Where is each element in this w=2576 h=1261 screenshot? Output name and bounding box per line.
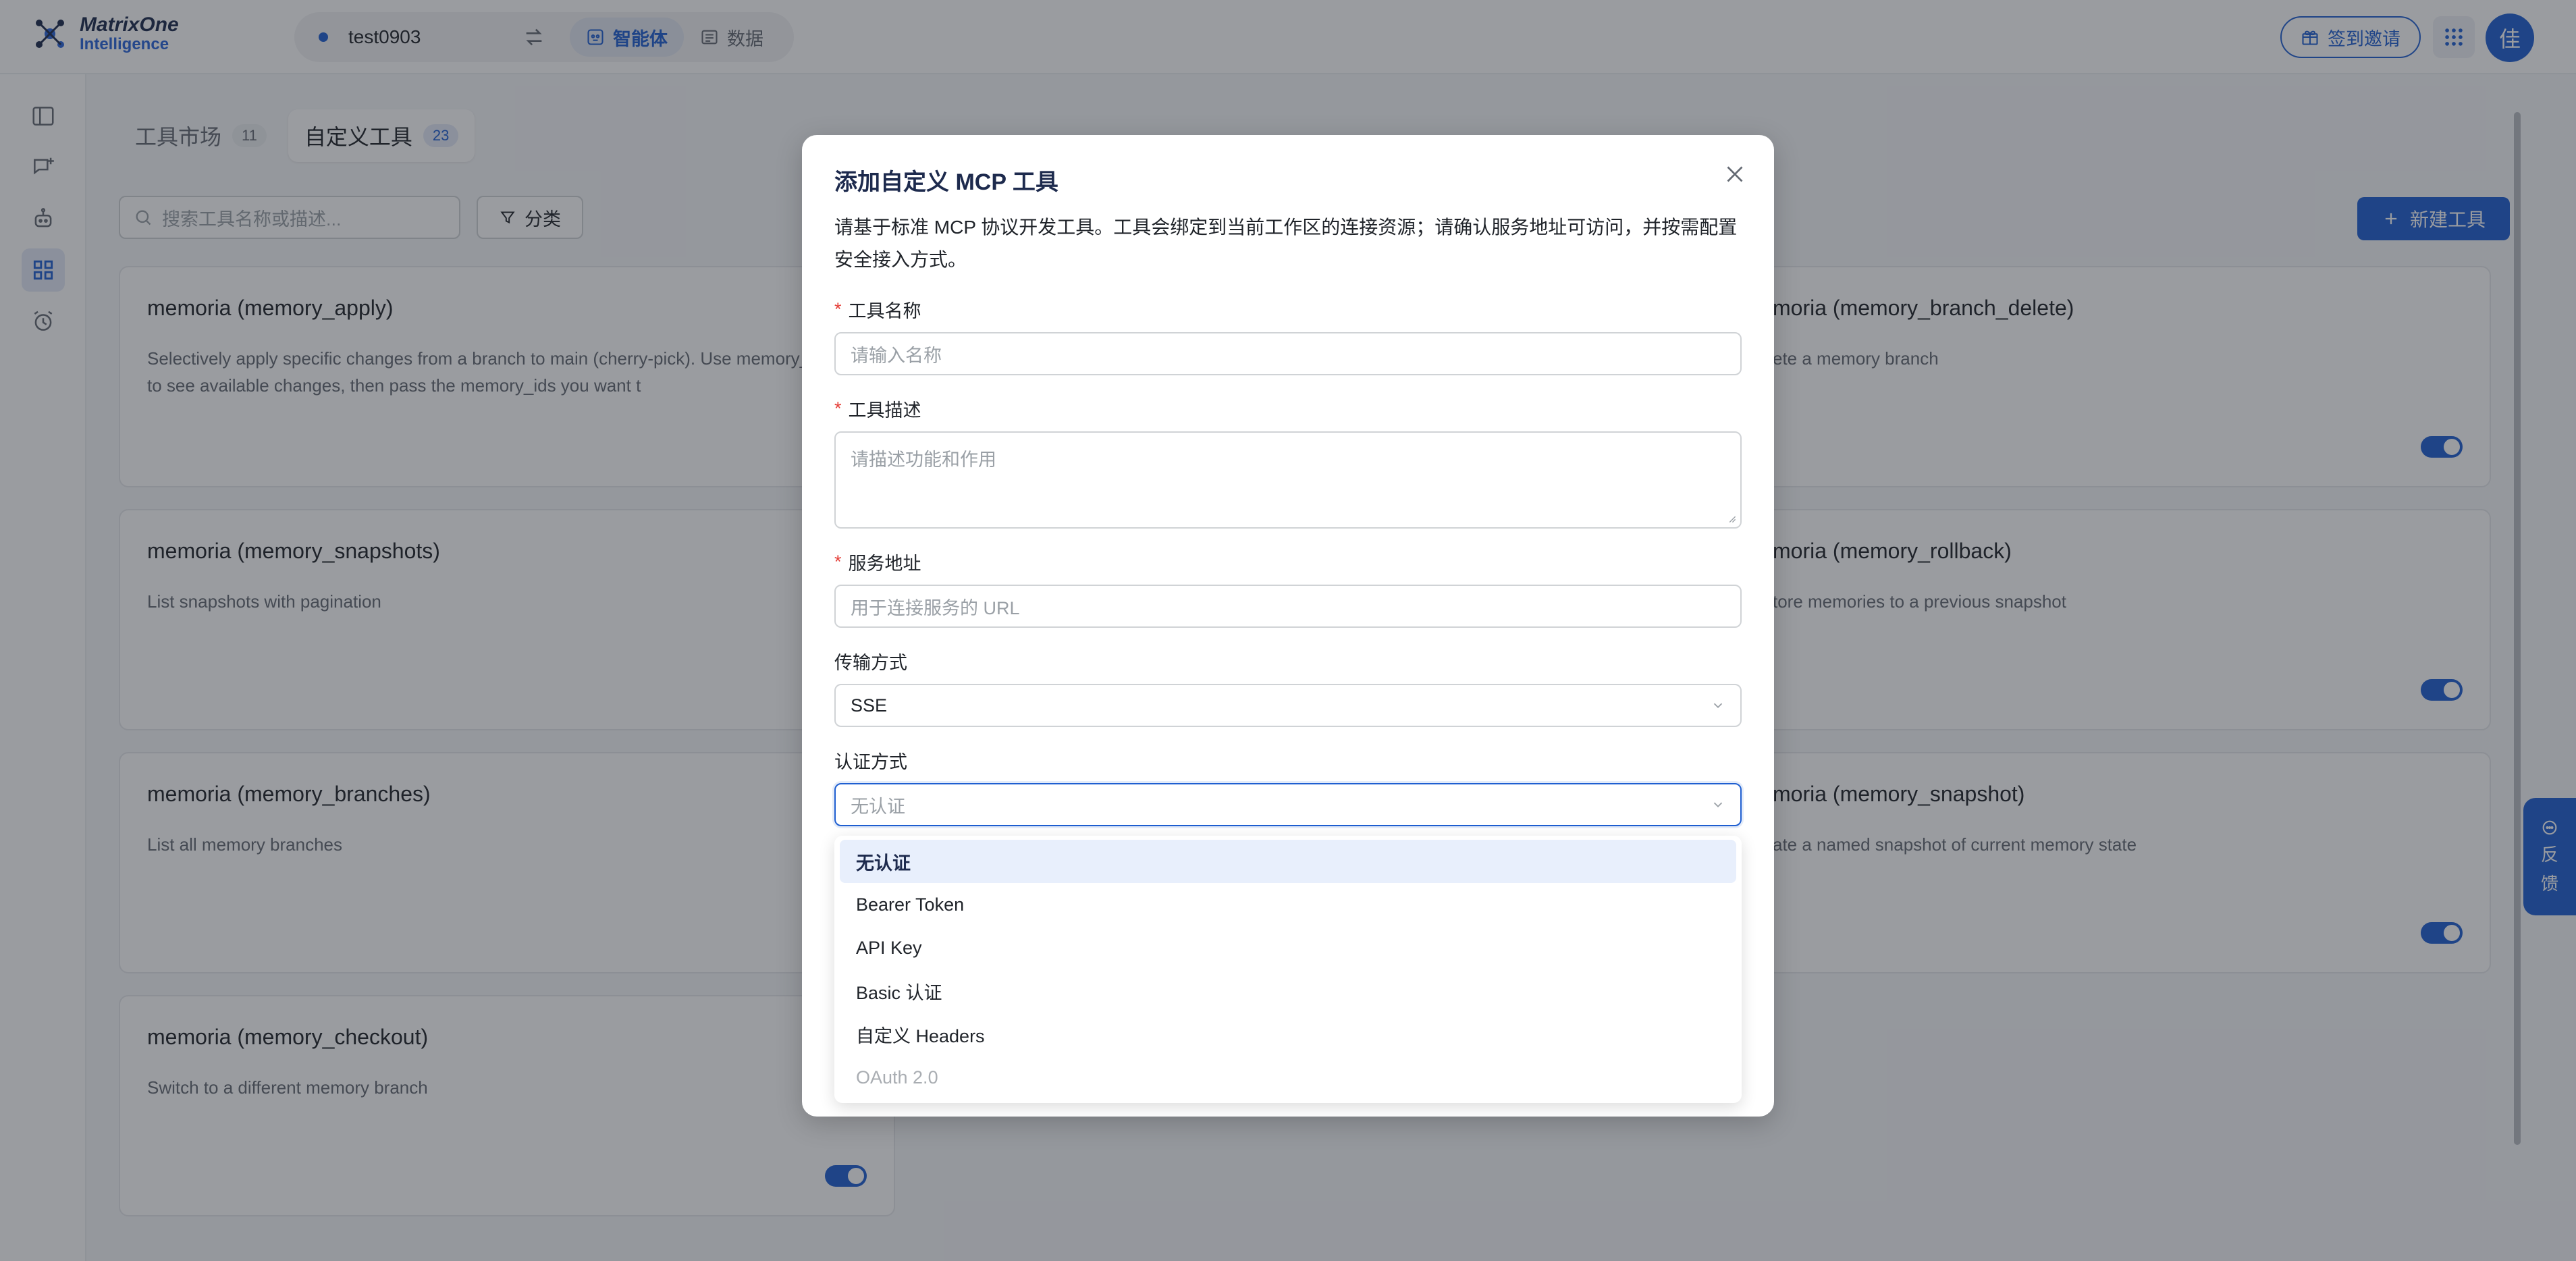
- transport-label: 传输方式: [834, 648, 1742, 674]
- tool-name-label: * 工具名称: [834, 296, 1742, 323]
- chevron-down-icon: [1713, 703, 1723, 709]
- service-url-input[interactable]: 用于连接服务的 URL: [834, 585, 1742, 628]
- transport-select[interactable]: SSE: [834, 684, 1742, 727]
- chevron-down-icon: [1713, 802, 1723, 808]
- add-mcp-tool-dialog: 添加自定义 MCP 工具 请基于标准 MCP 协议开发工具。工具会绑定到当前工作…: [802, 135, 1774, 1117]
- auth-option-oauth[interactable]: OAuth 2.0: [840, 1056, 1736, 1099]
- auth-option-api-key[interactable]: API Key: [840, 926, 1736, 969]
- resize-handle-icon[interactable]: [1727, 514, 1736, 523]
- tool-desc-textarea[interactable]: 请描述功能和作用: [834, 431, 1742, 529]
- transport-value: SSE: [851, 695, 888, 716]
- tool-name-input[interactable]: 请输入名称: [834, 332, 1742, 375]
- close-icon[interactable]: [1723, 162, 1747, 186]
- auth-dropdown-menu: 无认证 Bearer Token API Key Basic 认证 自定义 He…: [834, 836, 1742, 1103]
- auth-option-basic[interactable]: Basic 认证: [840, 969, 1736, 1013]
- required-mark: *: [834, 398, 842, 419]
- dialog-title: 添加自定义 MCP 工具: [834, 169, 1058, 195]
- tool-desc-label: * 工具描述: [834, 396, 1742, 422]
- auth-option-none[interactable]: 无认证: [840, 840, 1736, 883]
- service-url-label: * 服务地址: [834, 549, 1742, 575]
- required-mark: *: [834, 299, 842, 319]
- tool-name-placeholder: 请输入名称: [851, 345, 942, 366]
- required-mark: *: [834, 552, 842, 572]
- auth-label-text: 认证方式: [834, 752, 907, 772]
- service-url-placeholder: 用于连接服务的 URL: [851, 597, 1020, 618]
- dialog-description: 请基于标准 MCP 协议开发工具。工具会绑定到当前工作区的连接资源；请确认服务地…: [834, 217, 1738, 270]
- tool-desc-label-text: 工具描述: [848, 400, 921, 421]
- service-url-label-text: 服务地址: [848, 554, 921, 574]
- auth-value: 无认证: [851, 796, 905, 817]
- auth-label: 认证方式: [834, 747, 1742, 774]
- tool-name-label-text: 工具名称: [848, 301, 921, 321]
- auth-select[interactable]: 无认证: [834, 783, 1742, 826]
- transport-label-text: 传输方式: [834, 653, 907, 673]
- tool-desc-placeholder: 请描述功能和作用: [851, 450, 996, 470]
- auth-option-bearer[interactable]: Bearer Token: [840, 883, 1736, 926]
- auth-option-custom-headers[interactable]: 自定义 Headers: [840, 1013, 1736, 1056]
